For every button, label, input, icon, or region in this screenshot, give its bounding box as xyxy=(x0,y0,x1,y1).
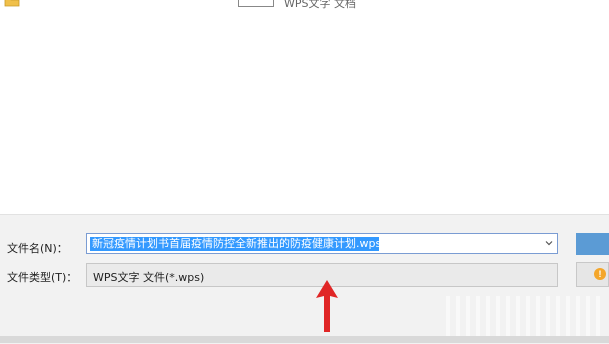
file-name-selected-text[interactable]: 新冠疫情计划书首届疫情防控全新推出的防疫健康计划.wps xyxy=(90,237,379,251)
chevron-down-icon[interactable] xyxy=(545,239,553,247)
red-arrow-icon xyxy=(316,280,338,332)
folder-icon xyxy=(4,0,20,7)
watermark-overlay xyxy=(440,296,600,336)
shield-icon: ! xyxy=(594,268,606,280)
cancel-button[interactable]: ! xyxy=(576,262,609,287)
file-type-value: WPS文字 文件(*.wps) xyxy=(93,271,205,284)
file-type-label: 文件类型(T)： xyxy=(7,271,78,284)
file-list-area[interactable]: WPS文字 文档 xyxy=(0,0,609,214)
footer-strip xyxy=(0,336,609,343)
document-icon[interactable] xyxy=(238,0,274,7)
file-name-label: 文件名(N)： xyxy=(7,242,68,255)
file-name-input[interactable]: 新冠疫情计划书首届疫情防控全新推出的防疫健康计划.wps xyxy=(86,233,558,254)
file-item-label[interactable]: WPS文字 文档 xyxy=(284,0,356,11)
save-button[interactable] xyxy=(576,233,609,255)
